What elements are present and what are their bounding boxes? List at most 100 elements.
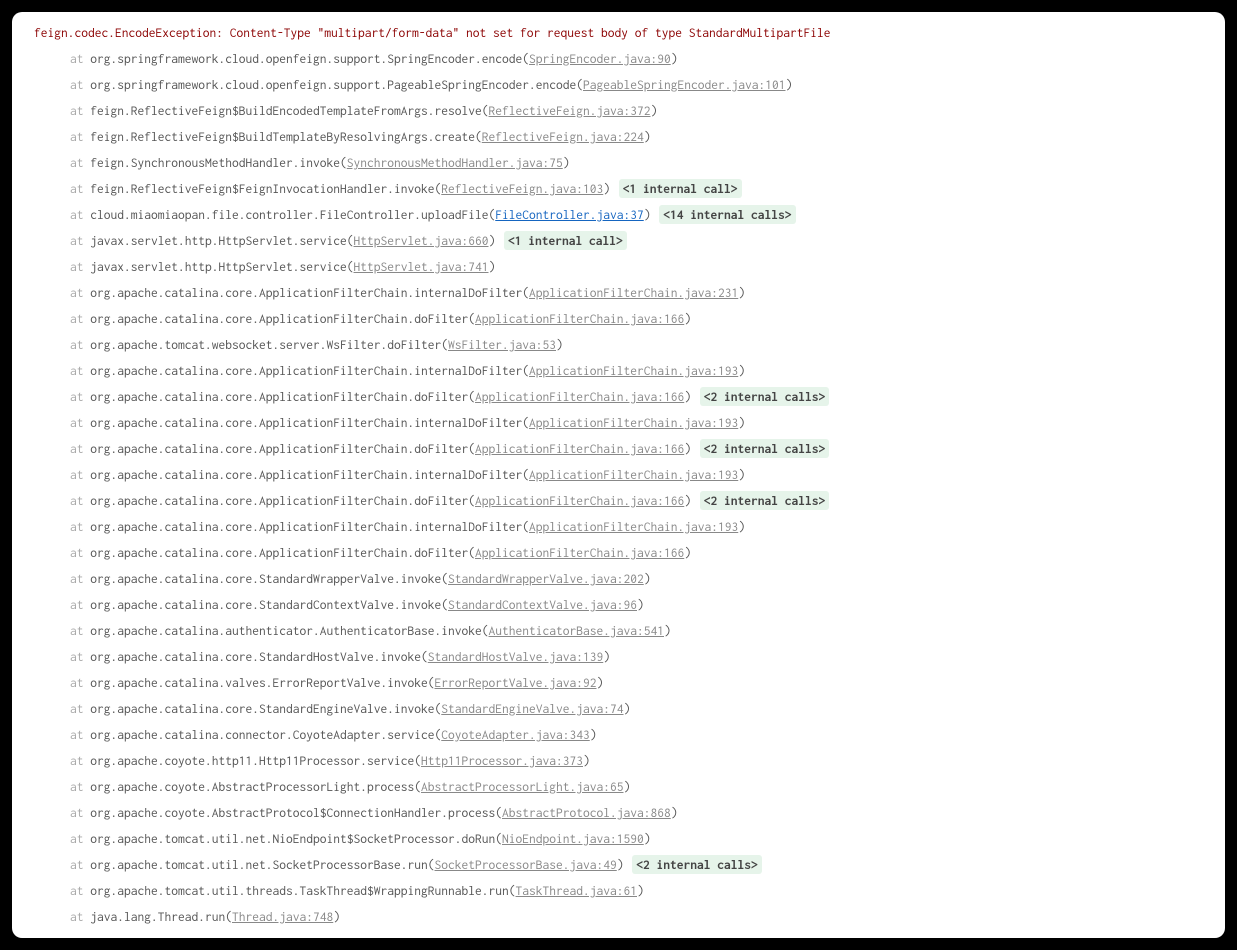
source-link[interactable]: ReflectiveFeign.java:224 [482,129,644,144]
paren-close: ) [671,51,678,66]
source-link[interactable]: ApplicationFilterChain.java:231 [529,285,738,300]
at-keyword: at [70,727,90,742]
stack-frame: at org.apache.catalina.core.StandardHost… [16,644,1221,670]
source-link[interactable]: CoyoteAdapter.java:343 [441,727,590,742]
source-link[interactable]: ReflectiveFeign.java:103 [441,181,603,196]
source-link[interactable]: WsFilter.java:53 [448,337,556,352]
paren-open: ( [428,675,435,690]
source-link[interactable]: Http11Processor.java:373 [421,753,583,768]
source-link[interactable]: AbstractProtocol.java:868 [502,805,671,820]
source-link[interactable]: ApplicationFilterChain.java:166 [475,493,684,508]
at-keyword: at [70,259,90,274]
at-keyword: at [70,675,90,690]
source-link[interactable]: ApplicationFilterChain.java:166 [475,545,684,560]
paren-open: ( [495,805,502,820]
at-keyword: at [70,779,90,794]
stack-frame: at org.apache.catalina.authenticator.Aut… [16,618,1221,644]
source-link[interactable]: PageableSpringEncoder.java:101 [583,77,786,92]
stack-frame: at org.apache.coyote.AbstractProcessorLi… [16,774,1221,800]
source-link[interactable]: Thread.java:748 [232,909,333,924]
source-link[interactable]: ApplicationFilterChain.java:193 [529,363,738,378]
frame-method: feign.ReflectiveFeign$BuildTemplateByRes… [90,129,475,144]
source-link[interactable]: ApplicationFilterChain.java:193 [529,415,738,430]
paren-open: ( [522,415,529,430]
frame-method: org.apache.tomcat.util.threads.TaskThrea… [90,883,509,898]
internal-calls-note[interactable]: <1 internal call> [619,179,742,198]
source-link[interactable]: TaskThread.java:61 [516,883,638,898]
source-link[interactable]: HttpServlet.java:741 [354,259,489,274]
paren-open: ( [482,623,489,638]
paren-close: ) [637,597,644,612]
source-link[interactable]: ApplicationFilterChain.java:166 [475,311,684,326]
paren-open: ( [347,233,354,248]
at-keyword: at [70,493,90,508]
stack-frame: at org.apache.catalina.core.ApplicationF… [16,462,1221,488]
stack-frame: at feign.ReflectiveFeign$BuildTemplateBy… [16,124,1221,150]
at-keyword: at [70,311,90,326]
paren-open: ( [468,389,475,404]
internal-calls-note[interactable]: <2 internal calls> [700,491,830,510]
source-link[interactable]: ApplicationFilterChain.java:166 [475,441,684,456]
source-link[interactable]: ApplicationFilterChain.java:193 [529,467,738,482]
stack-frame: at org.apache.coyote.http11.Http11Proces… [16,748,1221,774]
frame-method: org.apache.catalina.authenticator.Authen… [90,623,482,638]
source-link[interactable]: StandardHostValve.java:139 [428,649,604,664]
at-keyword: at [70,415,90,430]
paren-open: ( [414,779,421,794]
paren-close: ) [738,285,745,300]
stack-frame: at org.apache.catalina.connector.CoyoteA… [16,722,1221,748]
frame-method: feign.ReflectiveFeign$FeignInvocationHan… [90,181,434,196]
source-link[interactable]: ApplicationFilterChain.java:166 [475,389,684,404]
at-keyword: at [70,649,90,664]
source-link[interactable]: ErrorReportValve.java:92 [435,675,597,690]
paren-open: ( [225,909,232,924]
paren-close: ) [603,181,610,196]
source-link[interactable]: NioEndpoint.java:1590 [502,831,644,846]
at-keyword: at [70,519,90,534]
stack-frame: at org.apache.catalina.core.ApplicationF… [16,514,1221,540]
internal-calls-note[interactable]: <2 internal calls> [700,387,830,406]
at-keyword: at [70,623,90,638]
paren-open: ( [441,597,448,612]
stack-frame: at cloud.miaomiaopan.file.controller.Fil… [16,202,1221,228]
frame-method: javax.servlet.http.HttpServlet.service [90,233,347,248]
paren-close: ) [644,129,651,144]
source-link[interactable]: SpringEncoder.java:90 [529,51,671,66]
at-keyword: at [70,883,90,898]
stack-frame: at org.apache.catalina.core.ApplicationF… [16,358,1221,384]
source-link[interactable]: AuthenticatorBase.java:541 [489,623,665,638]
source-link[interactable]: StandardWrapperValve.java:202 [448,571,644,586]
source-link[interactable]: HttpServlet.java:660 [354,233,489,248]
internal-calls-note[interactable]: <2 internal calls> [700,439,830,458]
source-link[interactable]: SocketProcessorBase.java:49 [435,857,617,872]
frame-method: org.apache.tomcat.websocket.server.WsFil… [90,337,441,352]
source-link[interactable]: SynchronousMethodHandler.java:75 [347,155,563,170]
stack-frame: at org.springframework.cloud.openfeign.s… [16,72,1221,98]
internal-calls-note[interactable]: <14 internal calls> [659,205,795,224]
paren-close: ) [786,77,793,92]
stack-frame: at org.springframework.cloud.openfeign.s… [16,46,1221,72]
source-link[interactable]: ApplicationFilterChain.java:193 [529,519,738,534]
at-keyword: at [70,51,90,66]
at-keyword: at [70,77,90,92]
frame-method: org.springframework.cloud.openfeign.supp… [90,77,576,92]
stack-frame: at org.apache.catalina.valves.ErrorRepor… [16,670,1221,696]
source-link[interactable]: AbstractProcessorLight.java:65 [421,779,624,794]
source-link[interactable]: StandardContextValve.java:96 [448,597,637,612]
paren-open: ( [441,571,448,586]
stack-frame: at org.apache.catalina.core.ApplicationF… [16,488,1221,514]
paren-open: ( [340,155,347,170]
paren-close: ) [583,753,590,768]
paren-open: ( [509,883,516,898]
paren-open: ( [441,337,448,352]
internal-calls-note[interactable]: <1 internal call> [504,231,627,250]
source-link[interactable]: FileController.java:37 [495,207,644,222]
paren-open: ( [468,545,475,560]
paren-close: ) [738,363,745,378]
at-keyword: at [70,337,90,352]
at-keyword: at [70,831,90,846]
source-link[interactable]: ReflectiveFeign.java:372 [489,103,651,118]
internal-calls-note[interactable]: <2 internal calls> [632,855,762,874]
at-keyword: at [70,285,90,300]
source-link[interactable]: StandardEngineValve.java:74 [441,701,623,716]
